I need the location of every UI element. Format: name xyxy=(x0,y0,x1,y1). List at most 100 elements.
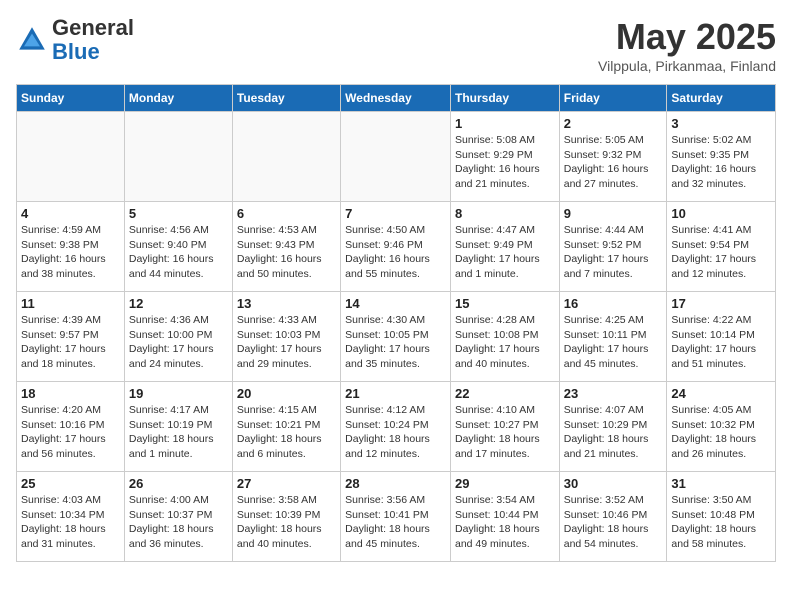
day-number: 7 xyxy=(345,206,446,221)
day-cell: 26Sunrise: 4:00 AM Sunset: 10:37 PM Dayl… xyxy=(124,472,232,562)
day-cell xyxy=(232,112,340,202)
day-cell: 24 Sunrise: 4:05 AM Sunset: 10:32 PM Dayl… xyxy=(667,382,776,472)
day-info: Sunrise: 4:10 AM Sunset: 10:27 PM Daylig… xyxy=(455,403,555,462)
day-number: 12 xyxy=(129,296,228,311)
day-cell: 25Sunrise: 4:03 AM Sunset: 10:34 PM Dayl… xyxy=(17,472,125,562)
day-number: 24 xyxy=(671,386,771,401)
day-number: 2 xyxy=(564,116,663,131)
day-cell: 9 Sunrise: 4:44 AM Sunset: 9:52 PM Daylig… xyxy=(559,202,667,292)
logo-blue: Blue xyxy=(52,39,100,64)
day-info: Sunrise: 4:28 AM Sunset: 10:08 PM Daylig… xyxy=(455,313,555,372)
week-row-2: 11 Sunrise: 4:39 AM Sunset: 9:57 PM Dayli… xyxy=(17,292,776,382)
day-info: Sunrise: 3:50 AM Sunset: 10:48 PM Daylig… xyxy=(671,493,771,552)
day-info: Sunrise: 4:17 AM Sunset: 10:19 PM Daylig… xyxy=(129,403,228,462)
day-info: Sunrise: 4:05 AM Sunset: 10:32 PM Daylig… xyxy=(671,403,771,462)
day-info: Sunrise: 4:12 AM Sunset: 10:24 PM Daylig… xyxy=(345,403,446,462)
day-cell: 14 Sunrise: 4:30 AM Sunset: 10:05 PM Dayl… xyxy=(341,292,451,382)
day-info: Sunrise: 4:30 AM Sunset: 10:05 PM Daylig… xyxy=(345,313,446,372)
day-number: 29 xyxy=(455,476,555,491)
day-number: 18 xyxy=(21,386,120,401)
day-cell: 2 Sunrise: 5:05 AM Sunset: 9:32 PM Daylig… xyxy=(559,112,667,202)
day-number: 1 xyxy=(455,116,555,131)
day-cell: 28 Sunrise: 3:56 AM Sunset: 10:41 PM Dayl… xyxy=(341,472,451,562)
calendar-table: SundayMondayTuesdayWednesdayThursdayFrid… xyxy=(16,84,776,562)
day-cell: 18 Sunrise: 4:20 AM Sunset: 10:16 PM Dayl… xyxy=(17,382,125,472)
day-info: Sunrise: 4:50 AM Sunset: 9:46 PM Dayligh… xyxy=(345,223,446,282)
header-row: SundayMondayTuesdayWednesdayThursdayFrid… xyxy=(17,85,776,112)
day-info: Sunrise: 5:05 AM Sunset: 9:32 PM Dayligh… xyxy=(564,133,663,192)
day-number: 20 xyxy=(237,386,336,401)
day-number: 14 xyxy=(345,296,446,311)
calendar-header: SundayMondayTuesdayWednesdayThursdayFrid… xyxy=(17,85,776,112)
day-number: 28 xyxy=(345,476,446,491)
day-cell: 29 Sunrise: 3:54 AM Sunset: 10:44 PM Dayl… xyxy=(450,472,559,562)
day-cell xyxy=(124,112,232,202)
day-info: Sunrise: 5:02 AM Sunset: 9:35 PM Dayligh… xyxy=(671,133,771,192)
week-row-4: 25Sunrise: 4:03 AM Sunset: 10:34 PM Dayl… xyxy=(17,472,776,562)
day-number: 26 xyxy=(129,476,228,491)
day-cell: 1 Sunrise: 5:08 AM Sunset: 9:29 PM Daylig… xyxy=(450,112,559,202)
day-number: 16 xyxy=(564,296,663,311)
day-number: 30 xyxy=(564,476,663,491)
day-info: Sunrise: 3:54 AM Sunset: 10:44 PM Daylig… xyxy=(455,493,555,552)
day-number: 11 xyxy=(21,296,120,311)
page-header: General Blue May 2025 Vilppula, Pirkanma… xyxy=(16,16,776,74)
day-info: Sunrise: 4:25 AM Sunset: 10:11 PM Daylig… xyxy=(564,313,663,372)
day-cell: 22 Sunrise: 4:10 AM Sunset: 10:27 PM Dayl… xyxy=(450,382,559,472)
logo-icon xyxy=(16,24,48,56)
week-row-0: 1 Sunrise: 5:08 AM Sunset: 9:29 PM Daylig… xyxy=(17,112,776,202)
day-info: Sunrise: 4:07 AM Sunset: 10:29 PM Daylig… xyxy=(564,403,663,462)
day-info: Sunrise: 4:20 AM Sunset: 10:16 PM Daylig… xyxy=(21,403,120,462)
logo-text: General Blue xyxy=(52,16,134,64)
day-number: 8 xyxy=(455,206,555,221)
day-number: 27 xyxy=(237,476,336,491)
day-number: 6 xyxy=(237,206,336,221)
day-cell: 5Sunrise: 4:56 AM Sunset: 9:40 PM Daylig… xyxy=(124,202,232,292)
header-cell-thursday: Thursday xyxy=(450,85,559,112)
day-info: Sunrise: 4:33 AM Sunset: 10:03 PM Daylig… xyxy=(237,313,336,372)
day-cell: 3 Sunrise: 5:02 AM Sunset: 9:35 PM Daylig… xyxy=(667,112,776,202)
day-cell: 8 Sunrise: 4:47 AM Sunset: 9:49 PM Daylig… xyxy=(450,202,559,292)
day-number: 3 xyxy=(671,116,771,131)
day-cell xyxy=(341,112,451,202)
day-number: 22 xyxy=(455,386,555,401)
day-number: 10 xyxy=(671,206,771,221)
header-cell-tuesday: Tuesday xyxy=(232,85,340,112)
title-block: May 2025 Vilppula, Pirkanmaa, Finland xyxy=(598,16,776,74)
day-number: 13 xyxy=(237,296,336,311)
day-cell: 15 Sunrise: 4:28 AM Sunset: 10:08 PM Dayl… xyxy=(450,292,559,382)
day-info: Sunrise: 4:15 AM Sunset: 10:21 PM Daylig… xyxy=(237,403,336,462)
day-info: Sunrise: 4:39 AM Sunset: 9:57 PM Dayligh… xyxy=(21,313,120,372)
day-info: Sunrise: 4:44 AM Sunset: 9:52 PM Dayligh… xyxy=(564,223,663,282)
day-info: Sunrise: 5:08 AM Sunset: 9:29 PM Dayligh… xyxy=(455,133,555,192)
day-number: 21 xyxy=(345,386,446,401)
day-info: Sunrise: 3:58 AM Sunset: 10:39 PM Daylig… xyxy=(237,493,336,552)
day-cell: 17Sunrise: 4:22 AM Sunset: 10:14 PM Dayl… xyxy=(667,292,776,382)
day-cell: 11 Sunrise: 4:39 AM Sunset: 9:57 PM Dayli… xyxy=(17,292,125,382)
location-subtitle: Vilppula, Pirkanmaa, Finland xyxy=(598,58,776,74)
day-cell: 31Sunrise: 3:50 AM Sunset: 10:48 PM Dayl… xyxy=(667,472,776,562)
day-cell: 20 Sunrise: 4:15 AM Sunset: 10:21 PM Dayl… xyxy=(232,382,340,472)
day-number: 15 xyxy=(455,296,555,311)
day-number: 9 xyxy=(564,206,663,221)
week-row-1: 4Sunrise: 4:59 AM Sunset: 9:38 PM Daylig… xyxy=(17,202,776,292)
day-cell: 10Sunrise: 4:41 AM Sunset: 9:54 PM Dayli… xyxy=(667,202,776,292)
day-info: Sunrise: 3:52 AM Sunset: 10:46 PM Daylig… xyxy=(564,493,663,552)
day-cell xyxy=(17,112,125,202)
day-cell: 13 Sunrise: 4:33 AM Sunset: 10:03 PM Dayl… xyxy=(232,292,340,382)
day-cell: 21 Sunrise: 4:12 AM Sunset: 10:24 PM Dayl… xyxy=(341,382,451,472)
day-info: Sunrise: 3:56 AM Sunset: 10:41 PM Daylig… xyxy=(345,493,446,552)
day-info: Sunrise: 4:22 AM Sunset: 10:14 PM Daylig… xyxy=(671,313,771,372)
header-cell-wednesday: Wednesday xyxy=(341,85,451,112)
day-number: 19 xyxy=(129,386,228,401)
day-number: 4 xyxy=(21,206,120,221)
header-cell-saturday: Saturday xyxy=(667,85,776,112)
day-cell: 23 Sunrise: 4:07 AM Sunset: 10:29 PM Dayl… xyxy=(559,382,667,472)
day-info: Sunrise: 4:53 AM Sunset: 9:43 PM Dayligh… xyxy=(237,223,336,282)
day-cell: 30 Sunrise: 3:52 AM Sunset: 10:46 PM Dayl… xyxy=(559,472,667,562)
day-info: Sunrise: 4:47 AM Sunset: 9:49 PM Dayligh… xyxy=(455,223,555,282)
day-cell: 27 Sunrise: 3:58 AM Sunset: 10:39 PM Dayl… xyxy=(232,472,340,562)
day-cell: 7 Sunrise: 4:50 AM Sunset: 9:46 PM Daylig… xyxy=(341,202,451,292)
day-number: 23 xyxy=(564,386,663,401)
day-cell: 4Sunrise: 4:59 AM Sunset: 9:38 PM Daylig… xyxy=(17,202,125,292)
